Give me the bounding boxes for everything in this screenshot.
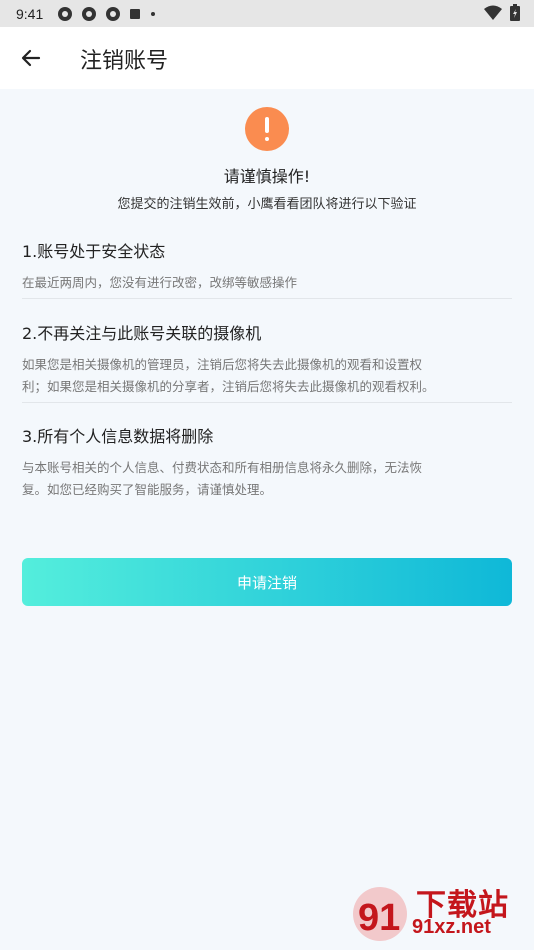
warning-icon	[245, 107, 289, 151]
watermark-logo-icon: 91	[353, 887, 407, 941]
requirement-section: 2.不再关注与此账号关联的摄像机 如果您是相关摄像机的管理员，注销后您将失去此摄…	[22, 320, 512, 398]
requirement-section: 1.账号处于安全状态 在最近两周内，您没有进行改密，改绑等敏感操作	[22, 238, 512, 294]
section-description: 如果您是相关摄像机的管理员，注销后您将失去此摄像机的观看和设置权 利；如果您是相关…	[22, 354, 512, 398]
header: 注销账号	[0, 27, 534, 89]
notification-app-icon	[82, 6, 97, 21]
section-description: 在最近两周内，您没有进行改密，改绑等敏感操作	[22, 275, 298, 290]
back-arrow-icon[interactable]	[20, 47, 42, 69]
page-title: 注销账号	[80, 49, 169, 74]
apply-cancellation-button[interactable]: 申请注销	[22, 558, 512, 606]
requirement-section: 3.所有个人信息数据将删除 与本账号相关的个人信息、付费状态和所有相册信息将永久…	[22, 423, 512, 501]
wifi-icon	[484, 5, 502, 20]
notification-square-icon	[130, 8, 141, 19]
watermark: 91 下载站 91xz.net	[350, 880, 528, 944]
notification-icons	[57, 6, 157, 22]
description-line: 利；如果您是相关摄像机的分享者，注销后您将失去此摄像机的观看权利。	[22, 379, 435, 394]
divider	[22, 298, 512, 299]
section-title: 2.不再关注与此账号关联的摄像机	[22, 324, 262, 343]
notification-app-icon	[58, 6, 73, 21]
description-line: 如果您是相关摄像机的管理员，注销后您将失去此摄像机的观看和设置权	[22, 357, 423, 372]
notification-app-icon	[106, 6, 121, 21]
divider	[22, 402, 512, 403]
svg-text:91: 91	[358, 897, 400, 939]
notice-subtitle: 您提交的注销生效前，小鹰看看团队将进行以下验证	[117, 197, 417, 212]
caution-text: 请谨慎操作!	[223, 167, 311, 186]
watermark-url: 91xz.net	[412, 916, 491, 938]
status-right	[484, 4, 520, 21]
section-title: 3.所有个人信息数据将删除	[22, 427, 214, 446]
more-notifications-dot-icon	[151, 11, 156, 16]
status-bar: 9:41	[0, 0, 534, 27]
section-description: 与本账号相关的个人信息、付费状态和所有相册信息将永久删除，无法恢 复。如您已经购买…	[22, 457, 512, 501]
section-title: 1.账号处于安全状态	[22, 242, 166, 261]
description-line: 与本账号相关的个人信息、付费状态和所有相册信息将永久删除，无法恢	[22, 460, 423, 475]
battery-icon	[510, 4, 520, 21]
description-line: 复。如您已经购买了智能服务，请谨慎处理。	[22, 482, 273, 497]
status-time: 9:41	[16, 5, 44, 22]
